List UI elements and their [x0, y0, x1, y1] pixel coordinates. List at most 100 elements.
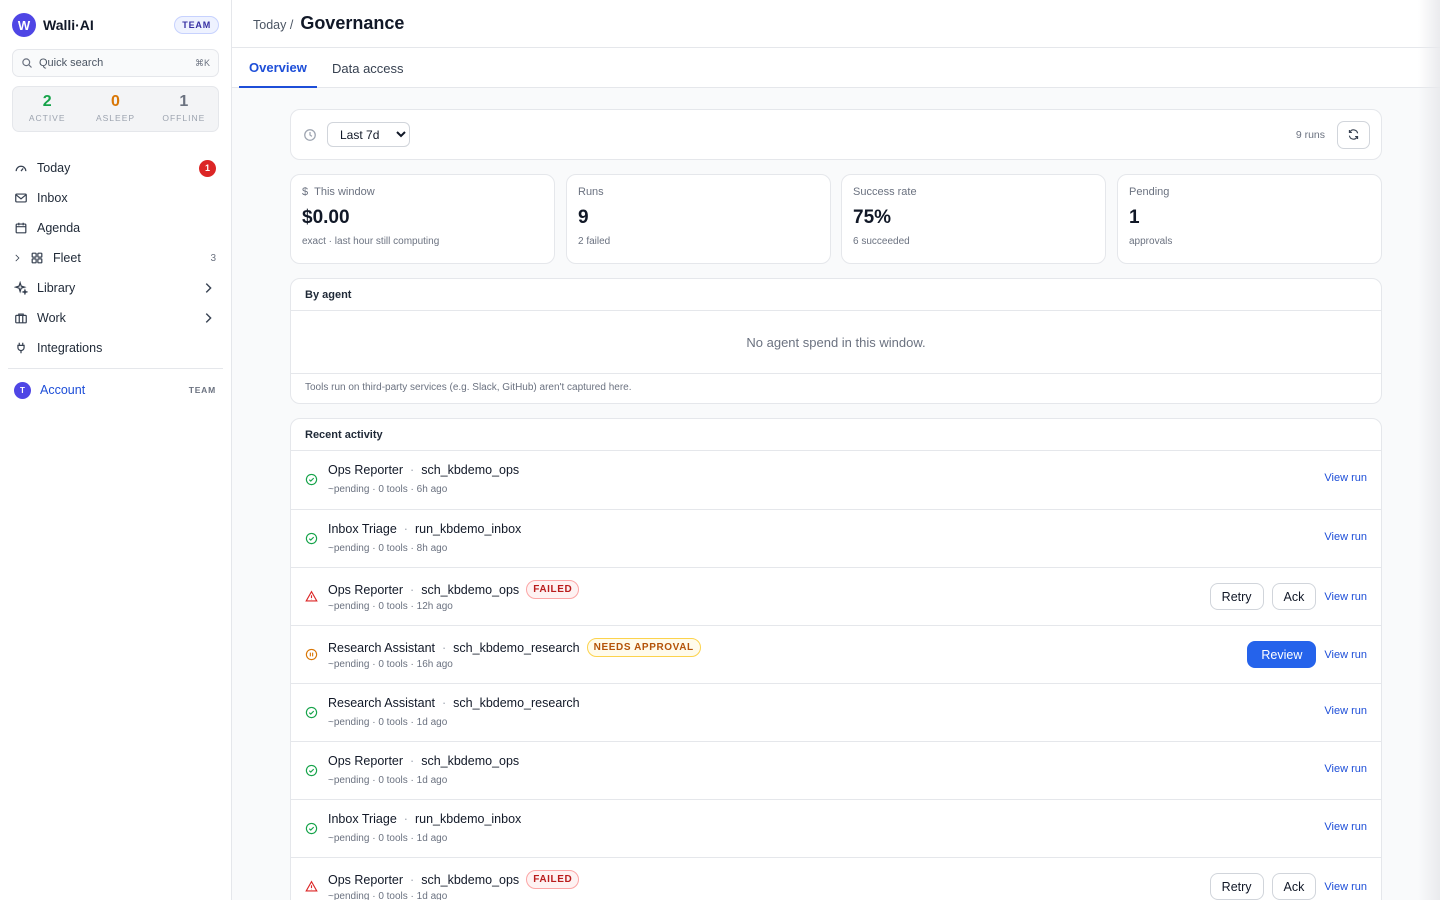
agent-name[interactable]: Ops Reporter	[328, 583, 403, 597]
activity-row[interactable]: Ops Reporter · sch_kbdemo_ops ~pending ·…	[291, 451, 1381, 509]
page-header: Today / Governance	[232, 0, 1440, 48]
row-meta: ~pending · 0 tools · 1d ago	[328, 775, 448, 786]
activity-row[interactable]: Ops Reporter · sch_kbdemo_ops FAILED ~pe…	[291, 567, 1381, 625]
separator-dot: ·	[442, 640, 447, 655]
sidebar-item-label: Work	[37, 311, 66, 325]
row-meta: ~pending · 0 tools · 1d ago	[328, 717, 448, 728]
view-run-link[interactable]: View run	[1324, 472, 1367, 484]
briefcase-icon	[15, 313, 27, 324]
kpi-value: 9	[578, 207, 589, 228]
refresh-button[interactable]	[1337, 120, 1370, 149]
row-meta: ~pending · 0 tools · 16h ago	[328, 659, 453, 670]
activity-row[interactable]: Ops Reporter · sch_kbdemo_ops ~pending ·…	[291, 741, 1381, 799]
kpi-sub: 2 failed	[578, 236, 611, 247]
edge-shadow	[1418, 0, 1440, 900]
sidebar-item-work[interactable]: Work	[0, 303, 231, 333]
sidebar-item-agenda[interactable]: Agenda	[0, 213, 231, 243]
sidebar-item-label: Today	[37, 161, 71, 175]
tab-overview[interactable]: Overview	[239, 48, 317, 88]
tab-data-access[interactable]: Data access	[322, 48, 414, 88]
brand-logo[interactable]: W	[12, 13, 36, 37]
gauge-icon	[15, 165, 27, 172]
stat-asleep-label: ASLEEP	[95, 113, 136, 123]
sidebar-item-integrations[interactable]: Integrations	[0, 333, 231, 363]
range-select[interactable]: Last 7d	[327, 122, 410, 147]
row-title: Inbox Triage · run_kbdemo_inbox	[328, 522, 521, 536]
activity-row[interactable]: Research Assistant · sch_kbdemo_research…	[291, 683, 1381, 741]
kpi-card-runs: Runs 9 2 failed	[566, 174, 831, 264]
retry-button[interactable]: Retry	[1209, 873, 1264, 900]
view-run-link[interactable]: View run	[1324, 881, 1367, 893]
agent-name[interactable]: Inbox Triage	[328, 522, 397, 536]
ack-button[interactable]: Ack	[1271, 583, 1317, 610]
grid-icon	[31, 252, 43, 264]
row-actions: View run	[1324, 821, 1367, 833]
by-agent-panel: By agent No agent spend in this window. …	[290, 278, 1382, 404]
view-run-link[interactable]: View run	[1324, 763, 1367, 775]
breadcrumb[interactable]: Today /	[253, 18, 293, 32]
agent-name[interactable]: Research Assistant	[328, 696, 435, 710]
activity-row[interactable]: Ops Reporter · sch_kbdemo_ops FAILED ~pe…	[291, 857, 1381, 900]
row-title: Research Assistant · sch_kbdemo_research…	[328, 638, 701, 657]
agent-name[interactable]: Inbox Triage	[328, 812, 397, 826]
view-run-link[interactable]: View run	[1324, 705, 1367, 717]
sidebar-item-fleet[interactable]: Fleet 3	[0, 243, 231, 273]
kpi-card-spend: $ This window $0.00 exact · last hour sti…	[290, 174, 555, 264]
check-circle-icon	[305, 532, 318, 545]
separator-dot: ·	[410, 463, 415, 477]
row-title: Ops Reporter · sch_kbdemo_ops FAILED	[328, 580, 580, 599]
row-title: Ops Reporter · sch_kbdemo_ops	[328, 754, 519, 768]
stat-asleep[interactable]: 0 ASLEEP	[81, 87, 149, 131]
tab-bar: Overview Data access	[232, 48, 1440, 88]
kpi-value: 75%	[853, 207, 892, 228]
sidebar-item-library[interactable]: Library	[0, 273, 231, 303]
warning-triangle-icon	[305, 590, 318, 602]
sidebar-item-today[interactable]: Today 1	[0, 153, 231, 183]
agent-name[interactable]: Research Assistant	[328, 641, 435, 655]
account-item[interactable]: T Account TEAM	[0, 375, 231, 405]
row-title: Ops Reporter · sch_kbdemo_ops	[328, 463, 519, 477]
stat-active-value: 2	[42, 93, 52, 110]
activity-row[interactable]: Research Assistant · sch_kbdemo_research…	[291, 625, 1381, 683]
brand: W Walli·AI TEAM	[12, 13, 219, 37]
stat-offline-label: OFFLINE	[162, 113, 206, 123]
search-input[interactable]	[39, 57, 179, 69]
activity-row[interactable]: Inbox Triage · run_kbdemo_inbox ~pending…	[291, 509, 1381, 567]
stat-active[interactable]: 2 ACTIVE	[13, 87, 81, 131]
sidebar: W Walli·AI TEAM ⌘K 2 ACTIVE 0 ASLEEP 1 O…	[0, 0, 232, 900]
agent-name[interactable]: Ops Reporter	[328, 463, 403, 477]
row-actions: View run	[1324, 472, 1367, 484]
quick-search[interactable]: ⌘K	[12, 49, 219, 77]
run-id: sch_kbdemo_ops	[421, 754, 520, 768]
view-run-link[interactable]: View run	[1324, 531, 1367, 543]
recent-activity-panel: Recent activity Ops Reporter · sch_kbdem…	[290, 418, 1382, 900]
retry-button[interactable]: Retry	[1209, 583, 1264, 610]
agent-name[interactable]: Ops Reporter	[328, 873, 403, 887]
view-run-link[interactable]: View run	[1324, 821, 1367, 833]
search-shortcut: ⌘K	[194, 57, 210, 68]
activity-row[interactable]: Inbox Triage · run_kbdemo_inbox ~pending…	[291, 799, 1381, 857]
view-run-link[interactable]: View run	[1324, 591, 1367, 603]
sidebar-item-label: Library	[37, 281, 76, 295]
calendar-icon	[15, 222, 27, 234]
runs-count: 9 runs	[1295, 128, 1325, 141]
stat-offline[interactable]: 1 OFFLINE	[150, 87, 218, 131]
check-circle-icon	[305, 706, 318, 719]
kpi-label-text: This window	[314, 186, 375, 198]
separator-dot: ·	[410, 754, 415, 768]
chevron-right-icon	[205, 283, 212, 293]
plug-icon	[17, 342, 25, 354]
chevron-right-icon[interactable]	[12, 253, 22, 263]
ack-button[interactable]: Ack	[1271, 873, 1317, 900]
sidebar-item-inbox[interactable]: Inbox	[0, 183, 231, 213]
separator-dot: ·	[403, 522, 408, 536]
review-button[interactable]: Review	[1247, 641, 1317, 668]
brand-name[interactable]: Walli·AI	[43, 17, 94, 33]
avatar: T	[14, 381, 31, 399]
kpi-card-pending: Pending 1 approvals	[1117, 174, 1382, 264]
view-run-link[interactable]: View run	[1324, 649, 1367, 661]
run-id: sch_kbdemo_ops	[421, 463, 520, 477]
page-title: Governance	[300, 13, 405, 33]
search-icon	[22, 58, 32, 68]
agent-name[interactable]: Ops Reporter	[328, 754, 403, 768]
